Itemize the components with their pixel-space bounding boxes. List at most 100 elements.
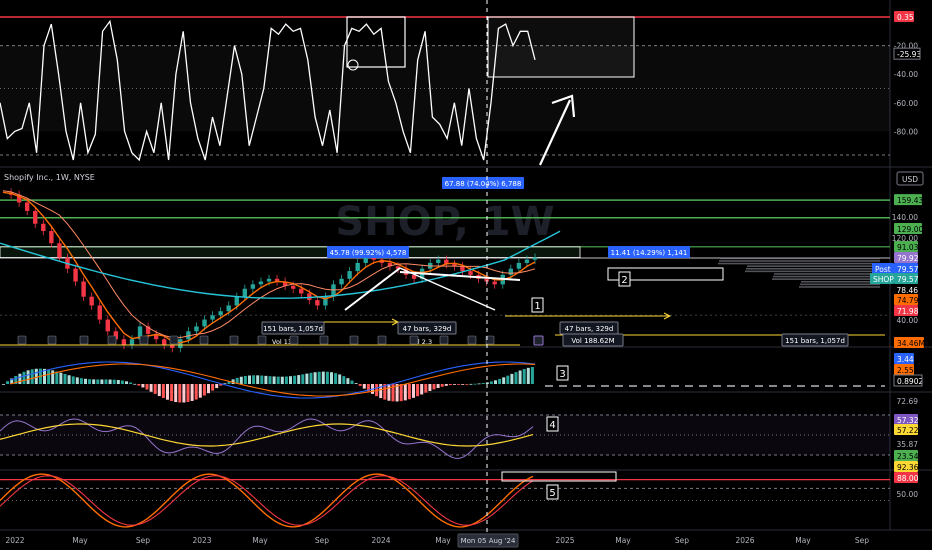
range-zone [0, 246, 581, 258]
macd-histogram-bar [170, 384, 174, 402]
macd-histogram-bar [71, 376, 75, 384]
macd-histogram-bar [379, 384, 383, 399]
price-axis-tag: 129.00 [897, 225, 923, 234]
candle-body [218, 311, 223, 316]
macd-histogram-bar [145, 384, 149, 390]
badge-bars-151-a-group: 151 bars, 1,057d [261, 321, 325, 335]
ticker-tag-group: SHOP [870, 273, 894, 284]
macd-axis-tag: 0.8902 [897, 377, 923, 386]
candle-body [347, 271, 352, 279]
stoch-axis-tag-group: 92.36 [894, 461, 919, 472]
candle-body [226, 305, 231, 312]
macd-histogram-bar [502, 377, 506, 384]
candle-body [202, 319, 207, 327]
macd-histogram-bar [256, 375, 260, 384]
macd-histogram-bar [469, 383, 473, 385]
candle-body [57, 243, 62, 258]
macd-histogram-bar [346, 378, 350, 384]
badge-gain-99: 45.78 (99.92%) 4,578 [330, 249, 407, 257]
price-axis-tag-group: 79.57 [894, 263, 919, 274]
macd-histogram-bar [211, 384, 215, 391]
section-number-1: 1 [534, 301, 540, 312]
price-axis-tag: 79.57 [897, 275, 919, 284]
candle-body [250, 284, 256, 289]
candle-body [41, 223, 46, 232]
macd-histogram-bar [440, 384, 444, 387]
macd-histogram-bar [100, 379, 104, 384]
candle-body [339, 278, 344, 285]
time-axis-tick: 2026 [735, 536, 754, 545]
macd-axis-tag-group: 0.8902 [894, 375, 923, 386]
section-number-3: 3 [559, 369, 565, 380]
badge-bars-47-a-group: 47 bars, 329d [397, 321, 457, 335]
currency-label: USD [902, 175, 918, 184]
time-axis-tick: May [252, 536, 268, 545]
macd-histogram-bar [494, 380, 497, 384]
macd-histogram-bar [399, 384, 403, 402]
candle-body [492, 281, 497, 285]
macd-histogram-bar [47, 369, 51, 384]
macd-histogram-bar [6, 381, 10, 384]
macd-histogram-bar [141, 384, 145, 388]
macd-histogram-bar [448, 384, 452, 386]
macd-histogram-bar [243, 375, 247, 384]
symbol-title: Shopify Inc., 1W, NYSE [4, 173, 95, 182]
macd-histogram-bar [26, 370, 30, 384]
macd-histogram-bar [104, 379, 108, 384]
macd-histogram-bar [284, 376, 288, 384]
macd-histogram-bar [207, 384, 210, 394]
candle-body [121, 339, 127, 345]
price-axis-tag-group: 74.79 [894, 294, 919, 305]
candle-body [73, 268, 78, 282]
macd-histogram-bar [112, 379, 116, 384]
macd-histogram-bar [309, 372, 313, 384]
macd-histogram-bar [330, 372, 333, 384]
osc-y-tick: -40.00 [894, 70, 918, 79]
candle-body [129, 339, 135, 345]
earnings-marker [349, 335, 359, 345]
stoch-axis-tag-group: 88.00 [894, 472, 919, 483]
macd-histogram-bar [506, 375, 510, 384]
candle-body [315, 300, 320, 306]
candle-body [178, 339, 183, 349]
macd-histogram-bar [289, 376, 292, 384]
osc-y-tick: -80.00 [894, 127, 918, 136]
badge-gain-74-group: 67.88 (74.04%) 6,788 [442, 177, 524, 189]
post-market-tag: Post [875, 265, 891, 274]
macd-histogram-bar [473, 383, 477, 385]
macd-histogram-bar [358, 384, 362, 386]
candle-body [299, 288, 304, 294]
macd-axis-tag: 2.55 [897, 366, 914, 375]
badge-volume-188-group: Vol 188.62M [562, 333, 624, 347]
macd-axis-tag-group: 2.55 [894, 364, 914, 375]
candle-body [242, 288, 248, 297]
macd-histogram-bar [362, 384, 366, 389]
osc-top-label: 0.35 [897, 13, 914, 22]
candle-body [468, 271, 473, 275]
macd-histogram-bar [133, 383, 137, 385]
macd-histogram-bar [22, 371, 26, 384]
volume-profile-bar [801, 280, 880, 283]
time-axis-tick: May [435, 536, 451, 545]
osc-top-label-group: 0.35 [894, 11, 914, 22]
macd-histogram-bar [477, 383, 481, 385]
candle-body [97, 305, 102, 320]
macd-histogram-bar [321, 371, 325, 384]
volume-profile-bar [718, 262, 880, 265]
candle-body [234, 296, 239, 306]
time-axis-tick: 2022 [5, 536, 24, 545]
volume-axis-tag: 34.46M [897, 339, 925, 348]
earnings-marker [319, 335, 329, 345]
macd-histogram-bar [403, 384, 407, 401]
macd-histogram-bar [530, 366, 534, 384]
macd-histogram-bar [416, 384, 420, 397]
badge-gain-99-group: 45.78 (99.92%) 4,578 [327, 246, 409, 258]
macd-histogram-bar [194, 384, 198, 400]
macd-histogram-bar [55, 371, 59, 384]
macd-histogram-bar [305, 373, 309, 384]
rsi-axis-tag: 57.32 [897, 416, 919, 425]
chart-window: -20.00 -40.00 -60.00 -80.00 0.35 -25.93 Shopif… [0, 0, 932, 550]
price-axis-tag-group: 129.00 [894, 223, 923, 234]
chart-canvas[interactable]: -20.00-40.00-60.00-80.000.35-25.93Shopif… [0, 0, 932, 550]
earnings-marker [467, 335, 477, 345]
